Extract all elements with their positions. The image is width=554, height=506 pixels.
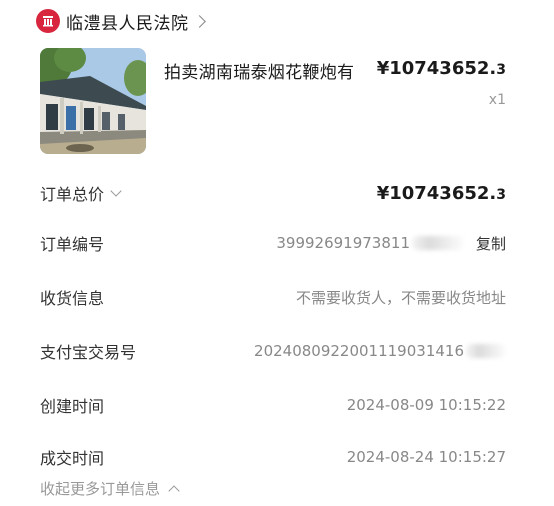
collapse-order-info-link[interactable]: 收起更多订单信息 (40, 478, 180, 499)
product-thumbnail[interactable] (40, 48, 146, 154)
product-price-main: ¥10743652. (376, 58, 497, 79)
product-title[interactable]: 拍卖湖南瑞泰烟花鞭炮有 (164, 58, 354, 83)
shop-name: 临澧县人民法院 (66, 13, 189, 34)
alipay-trade-label: 支付宝交易号 (40, 343, 137, 362)
shipping-info-value: 不需要收货人，不需要收货地址 (295, 288, 506, 307)
redaction-blur (411, 236, 464, 250)
collapse-order-info-label: 收起更多订单信息 (40, 480, 161, 498)
deal-time-row: 成交时间 2024-08-24 10:15:27 (40, 442, 506, 472)
product-price: ¥10743652.3 (377, 58, 506, 79)
alipay-trade-value: 2024080922001119031416 (254, 342, 464, 360)
chevron-down-icon[interactable] (110, 184, 122, 197)
shipping-info-row: 收货信息 不需要收货人，不需要收货地址 (40, 282, 506, 312)
created-time-label: 创建时间 (40, 397, 105, 416)
alipay-trade-row: 支付宝交易号 2024080922001119031416 (40, 336, 506, 366)
product-card[interactable]: 拍卖湖南瑞泰烟花鞭炮有 ¥10743652.3 x1 (40, 48, 514, 158)
order-number-row: 订单编号 39992691973811 复制 (40, 228, 506, 258)
chevron-up-icon (168, 485, 180, 497)
order-total-value: ¥10743652.3 (377, 183, 506, 204)
shipping-info-label: 收货信息 (40, 289, 105, 308)
order-number-value: 39992691973811 (276, 234, 410, 252)
order-total-label: 订单总价 (40, 185, 105, 204)
court-emblem-icon (36, 9, 60, 33)
copy-button[interactable]: 复制 (476, 233, 506, 254)
product-quantity: x1 (488, 92, 506, 108)
order-total-row[interactable]: 订单总价 ¥10743652.3 (40, 178, 506, 208)
deal-time-label: 成交时间 (40, 449, 105, 468)
deal-time-value: 2024-08-24 10:15:27 (346, 448, 506, 466)
redaction-blur (466, 344, 506, 358)
order-total-decimal: 3 (496, 186, 506, 203)
chevron-right-icon (192, 14, 206, 28)
created-time-row: 创建时间 2024-08-09 10:15:22 (40, 390, 506, 420)
shop-header[interactable]: 临澧县人民法院 (36, 8, 206, 34)
created-time-value: 2024-08-09 10:15:22 (346, 396, 506, 414)
order-number-label: 订单编号 (40, 235, 105, 254)
order-total-main: ¥10743652. (376, 182, 497, 204)
product-price-decimal: 3 (496, 62, 506, 78)
